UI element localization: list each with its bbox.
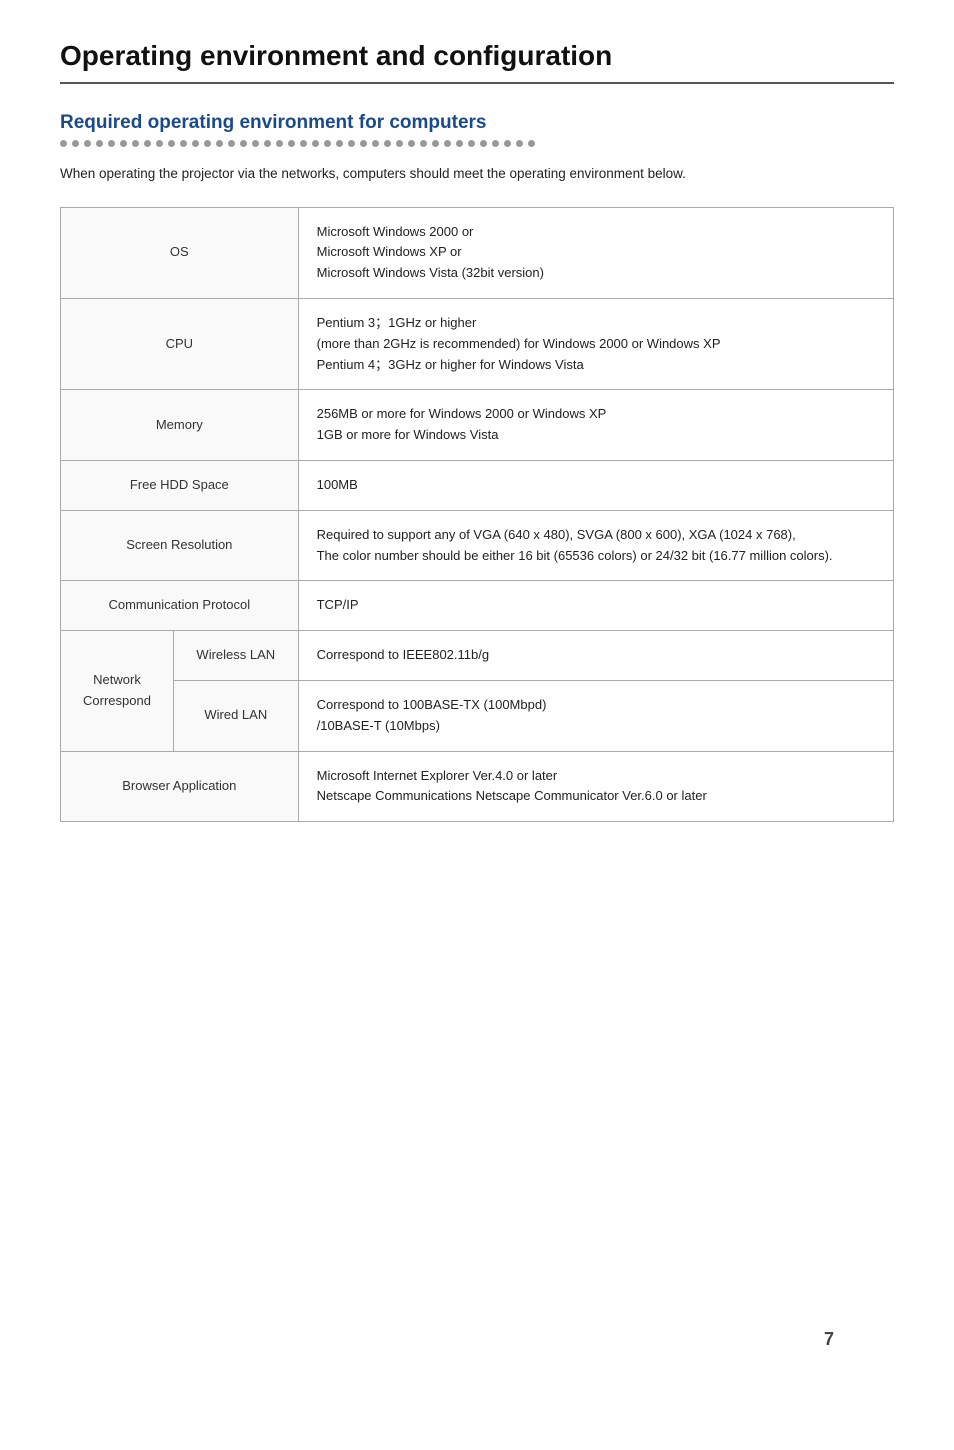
decorative-dot bbox=[360, 140, 367, 147]
decorative-dot bbox=[408, 140, 415, 147]
decorative-dot bbox=[528, 140, 535, 147]
decorative-dot bbox=[492, 140, 499, 147]
decorative-dot bbox=[252, 140, 259, 147]
decorative-dot bbox=[504, 140, 511, 147]
table-row: CPU Pentium 3；1GHz or higher(more than 2… bbox=[61, 298, 894, 389]
screen-res-value: Required to support any of VGA (640 x 48… bbox=[298, 510, 893, 581]
decorative-dot bbox=[192, 140, 199, 147]
section-title: Required operating environment for compu… bbox=[60, 112, 894, 134]
network-label: Network Correspond bbox=[61, 631, 174, 751]
decorative-dot bbox=[168, 140, 175, 147]
browser-label: Browser Application bbox=[61, 751, 299, 822]
decorative-dot bbox=[372, 140, 379, 147]
page-number: 7 bbox=[824, 1329, 834, 1350]
wired-lan-label: Wired LAN bbox=[173, 680, 298, 751]
browser-value: Microsoft Internet Explorer Ver.4.0 or l… bbox=[298, 751, 893, 822]
table-row: Screen Resolution Required to support an… bbox=[61, 510, 894, 581]
wireless-lan-label: Wireless LAN bbox=[173, 631, 298, 681]
decorative-dot bbox=[216, 140, 223, 147]
decorative-dot bbox=[276, 140, 283, 147]
decorative-dot bbox=[420, 140, 427, 147]
decorative-dot bbox=[480, 140, 487, 147]
wireless-lan-value: Correspond to IEEE802.11b/g bbox=[298, 631, 893, 681]
decorative-dot bbox=[96, 140, 103, 147]
table-row-wired: Wired LAN Correspond to 100BASE-TX (100M… bbox=[61, 680, 894, 751]
cpu-value: Pentium 3；1GHz or higher(more than 2GHz … bbox=[298, 298, 893, 389]
decorative-dot bbox=[384, 140, 391, 147]
table-row-browser: Browser Application Microsoft Internet E… bbox=[61, 751, 894, 822]
decorative-dot bbox=[84, 140, 91, 147]
decorative-dot bbox=[288, 140, 295, 147]
decorative-dot bbox=[348, 140, 355, 147]
page-title: Operating environment and configuration bbox=[60, 40, 894, 84]
decorative-dot bbox=[228, 140, 235, 147]
decorative-dot bbox=[156, 140, 163, 147]
comm-protocol-value: TCP/IP bbox=[298, 581, 893, 631]
table-row: Communication Protocol TCP/IP bbox=[61, 581, 894, 631]
decorative-dot bbox=[240, 140, 247, 147]
memory-value: 256MB or more for Windows 2000 or Window… bbox=[298, 390, 893, 461]
cpu-label: CPU bbox=[61, 298, 299, 389]
table-row: Memory 256MB or more for Windows 2000 or… bbox=[61, 390, 894, 461]
decorative-dot bbox=[144, 140, 151, 147]
comm-protocol-label: Communication Protocol bbox=[61, 581, 299, 631]
hdd-label: Free HDD Space bbox=[61, 460, 299, 510]
decorative-dot bbox=[516, 140, 523, 147]
intro-text: When operating the projector via the net… bbox=[60, 163, 894, 185]
decorative-dots bbox=[60, 140, 894, 147]
decorative-dot bbox=[444, 140, 451, 147]
memory-label: Memory bbox=[61, 390, 299, 461]
decorative-dot bbox=[324, 140, 331, 147]
table-row-wireless: Network Correspond Wireless LAN Correspo… bbox=[61, 631, 894, 681]
decorative-dot bbox=[120, 140, 127, 147]
screen-res-label: Screen Resolution bbox=[61, 510, 299, 581]
decorative-dot bbox=[204, 140, 211, 147]
decorative-dot bbox=[180, 140, 187, 147]
os-value: Microsoft Windows 2000 orMicrosoft Windo… bbox=[298, 207, 893, 298]
table-row: Free HDD Space 100MB bbox=[61, 460, 894, 510]
requirements-table: OS Microsoft Windows 2000 orMicrosoft Wi… bbox=[60, 207, 894, 823]
wired-lan-value: Correspond to 100BASE-TX (100Mbpd)/10BAS… bbox=[298, 680, 893, 751]
decorative-dot bbox=[72, 140, 79, 147]
decorative-dot bbox=[312, 140, 319, 147]
decorative-dot bbox=[60, 140, 67, 147]
decorative-dot bbox=[468, 140, 475, 147]
decorative-dot bbox=[432, 140, 439, 147]
decorative-dot bbox=[456, 140, 463, 147]
decorative-dot bbox=[264, 140, 271, 147]
decorative-dot bbox=[108, 140, 115, 147]
table-row: OS Microsoft Windows 2000 orMicrosoft Wi… bbox=[61, 207, 894, 298]
decorative-dot bbox=[396, 140, 403, 147]
os-label: OS bbox=[61, 207, 299, 298]
hdd-value: 100MB bbox=[298, 460, 893, 510]
decorative-dot bbox=[300, 140, 307, 147]
decorative-dot bbox=[132, 140, 139, 147]
decorative-dot bbox=[336, 140, 343, 147]
